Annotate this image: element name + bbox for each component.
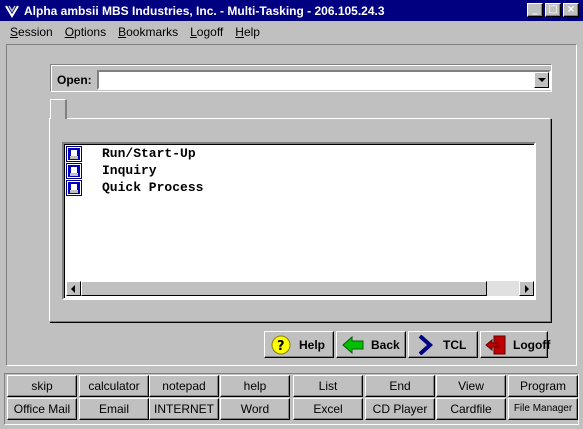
app-icon[interactable] — [3, 2, 21, 20]
quick-program-button[interactable]: Program — [508, 375, 578, 397]
title-bar: Alpha ambsii MBS Industries, Inc. - Mult… — [0, 0, 583, 22]
quick-help-button[interactable]: help — [220, 375, 290, 397]
open-input[interactable] — [99, 72, 529, 88]
quick-word-button[interactable]: Word — [220, 398, 290, 420]
back-button[interactable]: Back — [336, 331, 406, 358]
menu-options[interactable]: Options — [65, 25, 106, 39]
close-button[interactable]: × — [563, 3, 579, 17]
quick-excel-button[interactable]: Excel — [293, 398, 363, 420]
help-button-label: Help — [299, 337, 326, 352]
tcl-button-label: TCL — [443, 337, 467, 352]
help-button[interactable]: ? Help — [264, 331, 334, 358]
quick-launch-bar: skip calculator notepad help List End Vi… — [4, 373, 579, 425]
quick-cardfile-button[interactable]: Cardfile — [436, 398, 506, 420]
logoff-button[interactable]: Logoff — [480, 331, 551, 358]
exit-door-icon — [485, 334, 507, 356]
horizontal-scrollbar[interactable] — [66, 281, 534, 296]
program-icon — [66, 145, 82, 162]
quick-list-button[interactable]: List — [293, 375, 363, 397]
quick-calculator-button[interactable]: calculator — [79, 375, 149, 397]
svg-text:?: ? — [277, 339, 285, 354]
tcl-button[interactable]: TCL — [408, 331, 478, 358]
menu-list[interactable]: Run/Start-Up Inquiry Quick Process — [62, 142, 536, 300]
quick-internet-button[interactable]: INTERNET — [149, 398, 219, 420]
scroll-left-icon[interactable] — [66, 281, 81, 296]
program-icon — [66, 179, 82, 196]
quick-end-button[interactable]: End — [365, 375, 435, 397]
quick-email-button[interactable]: Email — [79, 398, 149, 420]
list-item-label: Quick Process — [102, 180, 204, 195]
menu-session[interactable]: Session — [10, 25, 53, 39]
chevron-down-icon[interactable] — [534, 72, 549, 88]
help-icon: ? — [269, 334, 293, 356]
chevron-right-icon — [413, 334, 437, 356]
open-label: Open: — [57, 73, 92, 87]
menu-bookmarks[interactable]: Bookmarks — [118, 25, 178, 39]
list-item-label: Inquiry — [102, 163, 157, 178]
list-item-label: Run/Start-Up — [102, 146, 196, 161]
list-item-quick-process[interactable]: Quick Process — [66, 179, 203, 196]
quick-view-button[interactable]: View — [436, 375, 506, 397]
quick-cd-player-button[interactable]: CD Player — [365, 398, 435, 420]
list-item-run-start-up[interactable]: Run/Start-Up — [66, 145, 196, 162]
menu-bar: Session Options Bookmarks Logoff Help — [0, 22, 583, 42]
open-combobox[interactable] — [97, 70, 551, 90]
tab-main[interactable] — [50, 99, 67, 119]
program-icon — [66, 162, 82, 179]
back-arrow-icon — [341, 334, 365, 356]
window-title: Alpha ambsii MBS Industries, Inc. - Mult… — [24, 3, 385, 18]
menu-help[interactable]: Help — [235, 25, 260, 39]
logoff-button-label: Logoff — [513, 337, 551, 352]
minimize-button[interactable]: _ — [527, 3, 543, 17]
quick-file-manager-button[interactable]: File Manager — [508, 398, 578, 420]
maximize-button[interactable]: □ — [545, 3, 561, 17]
list-item-inquiry[interactable]: Inquiry — [66, 162, 157, 179]
scroll-right-icon[interactable] — [519, 281, 534, 296]
quick-skip-button[interactable]: skip — [7, 375, 77, 397]
quick-notepad-button[interactable]: notepad — [149, 375, 219, 397]
scroll-thumb[interactable] — [81, 281, 487, 296]
menu-logoff[interactable]: Logoff — [190, 25, 223, 39]
quick-office-mail-button[interactable]: Office Mail — [7, 398, 77, 420]
back-button-label: Back — [371, 337, 400, 352]
